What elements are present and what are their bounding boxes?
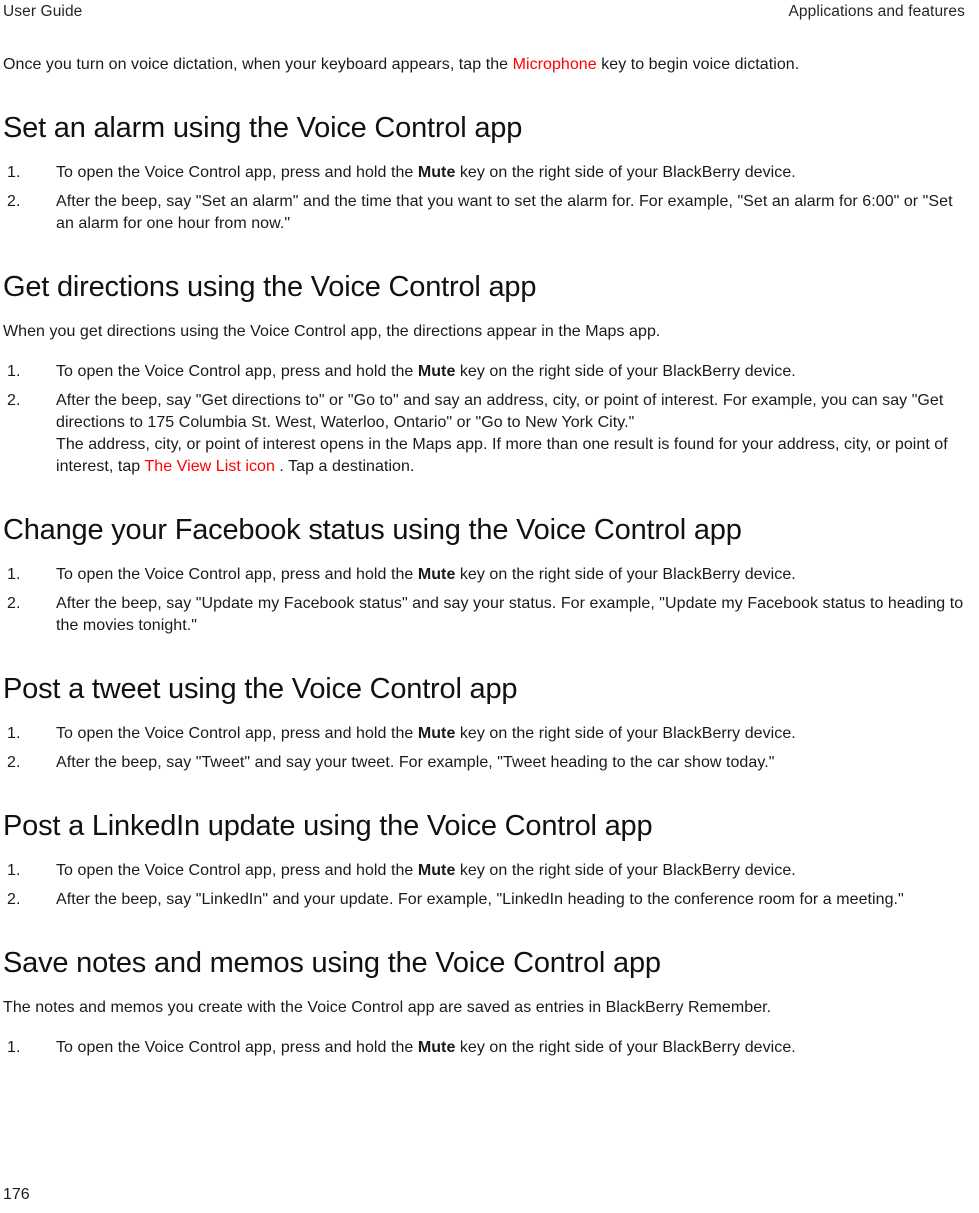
step-text-after-key: key on the right side of your BlackBerry…	[455, 566, 796, 583]
step-text-before-key: To open the Voice Control app, press and…	[56, 566, 418, 583]
step-text-before-key: To open the Voice Control app, press and…	[56, 725, 418, 742]
section-title-linkedin-update: Post a LinkedIn update using the Voice C…	[3, 810, 653, 842]
mute-key-label: Mute	[417, 862, 456, 879]
mute-key-label: Mute	[417, 363, 456, 380]
steps-list-set-alarm: 1. To open the Voice Control app, press a…	[3, 162, 965, 235]
step-text-before-key: To open the Voice Control app, press and…	[56, 1039, 418, 1056]
list-item: 1. To open the Voice Control app, press a…	[3, 860, 965, 882]
step-text: After the beep, say "Set an alarm" and t…	[56, 193, 953, 232]
step-text-part2-after-link: . Tap a destination.	[274, 458, 415, 475]
list-number: 2.	[7, 193, 21, 210]
steps-list-save-notes: 1. To open the Voice Control app, press a…	[3, 1037, 965, 1059]
step-text-after-key: key on the right side of your BlackBerry…	[455, 164, 796, 181]
step-text-after-key: key on the right side of your BlackBerry…	[455, 725, 796, 742]
document-page: User Guide Applications and features Onc…	[0, 0, 979, 1213]
mute-key-label: Mute	[417, 164, 456, 181]
list-item: 1. To open the Voice Control app, press a…	[3, 564, 965, 586]
running-header-right: Applications and features	[788, 3, 965, 20]
intro-paragraph: Once you turn on voice dictation, when y…	[3, 54, 965, 76]
section-intro-save-notes: The notes and memos you create with the …	[3, 999, 772, 1016]
list-item: 1. To open the Voice Control app, press a…	[3, 1037, 965, 1059]
list-number: 1.	[7, 1039, 21, 1056]
list-number: 2.	[7, 754, 21, 771]
list-number: 1.	[7, 363, 21, 380]
mute-key-label: Mute	[417, 725, 456, 742]
list-number: 2.	[7, 392, 21, 409]
spacer-after-header	[3, 22, 965, 54]
step-text-part1: After the beep, say "Get directions to" …	[56, 392, 944, 431]
step-text: After the beep, say "Update my Facebook …	[56, 595, 964, 634]
steps-list-get-directions: 1. To open the Voice Control app, press a…	[3, 361, 965, 478]
step-text-after-key: key on the right side of your BlackBerry…	[455, 862, 796, 879]
steps-list-linkedin-update: 1. To open the Voice Control app, press a…	[3, 860, 965, 911]
list-item: 1. To open the Voice Control app, press a…	[3, 162, 965, 184]
step-text-after-key: key on the right side of your BlackBerry…	[455, 1039, 796, 1056]
list-number: 1.	[7, 566, 21, 583]
page-number: 176	[3, 1186, 30, 1203]
steps-list-post-tweet: 1. To open the Voice Control app, press a…	[3, 723, 965, 774]
section-intro-get-directions: When you get directions using the Voice …	[3, 323, 661, 340]
list-number: 2.	[7, 595, 21, 612]
step-text-after-key: key on the right side of your BlackBerry…	[455, 363, 796, 380]
list-item: 1. To open the Voice Control app, press a…	[3, 723, 965, 745]
intro-text-before: Once you turn on voice dictation, when y…	[3, 56, 513, 73]
list-item: 2. After the beep, say "LinkedIn" and you…	[3, 889, 965, 911]
section-title-post-tweet: Post a tweet using the Voice Control app	[3, 673, 518, 705]
step-text-before-key: To open the Voice Control app, press and…	[56, 164, 418, 181]
list-item: 2. After the beep, say "Update my Faceboo…	[3, 593, 965, 637]
section-title-set-alarm: Set an alarm using the Voice Control app	[3, 112, 523, 144]
step-text: After the beep, say "LinkedIn" and your …	[56, 891, 904, 908]
section-title-save-notes: Save notes and memos using the Voice Con…	[3, 947, 661, 979]
section-title-facebook-status: Change your Facebook status using the Vo…	[3, 514, 742, 546]
step-text: After the beep, say "Tweet" and say your…	[56, 754, 775, 771]
mute-key-label: Mute	[417, 1039, 456, 1056]
step-text-before-key: To open the Voice Control app, press and…	[56, 862, 418, 879]
list-number: 1.	[7, 725, 21, 742]
list-item: 2. After the beep, say "Get directions to…	[3, 390, 965, 478]
list-item: 2. After the beep, say "Set an alarm" and…	[3, 191, 965, 235]
steps-list-facebook-status: 1. To open the Voice Control app, press a…	[3, 564, 965, 637]
section-title-get-directions: Get directions using the Voice Control a…	[3, 271, 537, 303]
list-number: 2.	[7, 891, 21, 908]
running-header-left: User Guide	[3, 3, 83, 20]
list-number: 1.	[7, 164, 21, 181]
step-text-before-key: To open the Voice Control app, press and…	[56, 363, 418, 380]
mute-key-label: Mute	[417, 566, 456, 583]
list-item: 1. To open the Voice Control app, press a…	[3, 361, 965, 383]
running-header: User Guide Applications and features	[3, 0, 965, 22]
list-item: 2. After the beep, say "Tweet" and say yo…	[3, 752, 965, 774]
intro-text-after: key to begin voice dictation.	[596, 56, 800, 73]
list-number: 1.	[7, 862, 21, 879]
microphone-link[interactable]: Microphone	[513, 56, 597, 73]
view-list-icon-link[interactable]: The View List icon	[144, 458, 274, 475]
